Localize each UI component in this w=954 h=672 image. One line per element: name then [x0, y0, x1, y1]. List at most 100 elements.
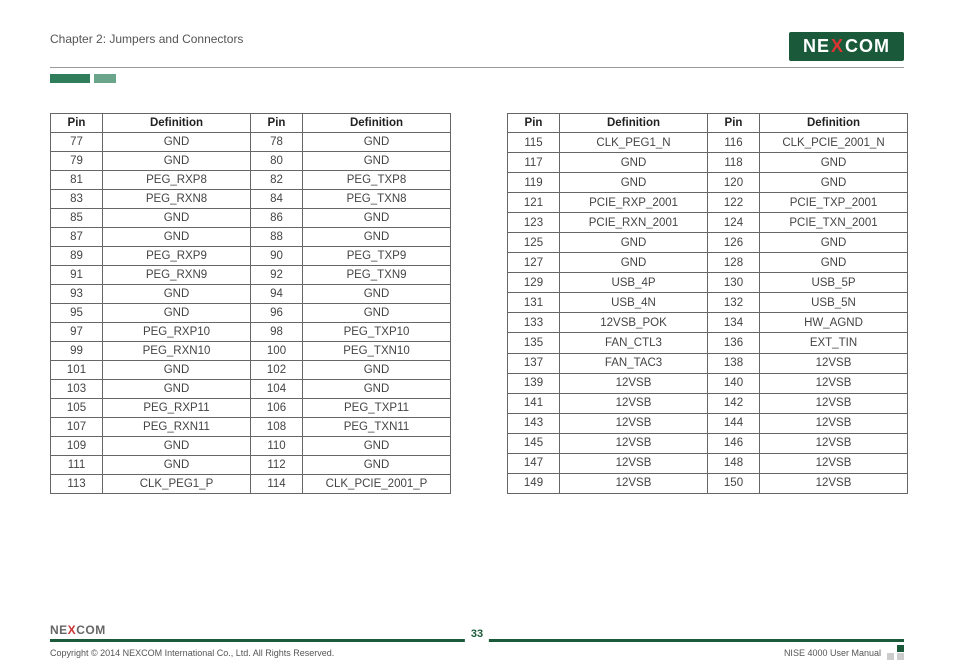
cell: 114	[251, 475, 303, 494]
table-row: 97PEG_RXP1098PEG_TXP10	[51, 323, 451, 342]
cell: 147	[508, 453, 560, 473]
table-row: 117GND118GND	[508, 153, 908, 173]
manual-name: NISE 4000 User Manual	[784, 648, 881, 658]
cell: GND	[560, 253, 708, 273]
cell: 12VSB	[560, 373, 708, 393]
cell: GND	[303, 285, 451, 304]
table-row: 13312VSB_POK134HW_AGND	[508, 313, 908, 333]
table-row: 83PEG_RXN884PEG_TXN8	[51, 190, 451, 209]
cell: PEG_RXN10	[103, 342, 251, 361]
cell: PEG_RXP9	[103, 247, 251, 266]
cell: 12VSB	[760, 353, 908, 373]
cell: 117	[508, 153, 560, 173]
cell: 143	[508, 413, 560, 433]
col-header: Pin	[51, 114, 103, 133]
table-row: 14112VSB14212VSB	[508, 393, 908, 413]
cell: GND	[303, 304, 451, 323]
cell: 111	[51, 456, 103, 475]
cell: GND	[103, 456, 251, 475]
cell: GND	[103, 304, 251, 323]
cell: GND	[103, 133, 251, 152]
cell: 140	[708, 373, 760, 393]
col-header: Definition	[560, 114, 708, 133]
cell: FAN_TAC3	[560, 353, 708, 373]
cell: 12VSB	[560, 453, 708, 473]
cell: 135	[508, 333, 560, 353]
cell: GND	[560, 173, 708, 193]
cell: PEG_TXP10	[303, 323, 451, 342]
cell: 93	[51, 285, 103, 304]
cell: PEG_TXN10	[303, 342, 451, 361]
table-row: 127GND128GND	[508, 253, 908, 273]
table-row: 131USB_4N132USB_5N	[508, 293, 908, 313]
table-row: 135FAN_CTL3136EXT_TIN	[508, 333, 908, 353]
footer-decor-icon	[885, 645, 904, 660]
cell: GND	[303, 228, 451, 247]
logo-part: NE	[50, 623, 68, 637]
pin-table-right: PinDefinitionPinDefinition 115CLK_PEG1_N…	[507, 113, 908, 494]
cell: 99	[51, 342, 103, 361]
table-row: 89PEG_RXP990PEG_TXP9	[51, 247, 451, 266]
cell: 98	[251, 323, 303, 342]
page-footer: NEXCOM Copyright © 2014 NEXCOM Internati…	[50, 623, 904, 660]
cell: PEG_TXN11	[303, 418, 451, 437]
page-number: 33	[465, 626, 489, 642]
cell: 102	[251, 361, 303, 380]
cell: 12VSB	[760, 473, 908, 493]
cell: GND	[103, 228, 251, 247]
pin-table-left: PinDefinitionPinDefinition 77GND78GND79G…	[50, 113, 451, 494]
cell: 12VSB	[760, 413, 908, 433]
cell: 91	[51, 266, 103, 285]
cell: 12VSB	[560, 433, 708, 453]
table-row: 14512VSB14612VSB	[508, 433, 908, 453]
cell: 121	[508, 193, 560, 213]
table-row: 113CLK_PEG1_P114CLK_PCIE_2001_P	[51, 475, 451, 494]
cell: CLK_PEG1_N	[560, 133, 708, 153]
cell: 116	[708, 133, 760, 153]
table-row: 93GND94GND	[51, 285, 451, 304]
cell: 128	[708, 253, 760, 273]
table-row: 121PCIE_RXP_2001122PCIE_TXP_2001	[508, 193, 908, 213]
table-row: 81PEG_RXP882PEG_TXP8	[51, 171, 451, 190]
table-row: 77GND78GND	[51, 133, 451, 152]
cell: 77	[51, 133, 103, 152]
cell: 104	[251, 380, 303, 399]
cell: GND	[303, 209, 451, 228]
logo-part-x: X	[831, 36, 844, 57]
cell: 120	[708, 173, 760, 193]
cell: 109	[51, 437, 103, 456]
cell: GND	[103, 361, 251, 380]
cell: USB_4P	[560, 273, 708, 293]
cell: 137	[508, 353, 560, 373]
cell: 90	[251, 247, 303, 266]
cell: 89	[51, 247, 103, 266]
cell: 150	[708, 473, 760, 493]
table-row: 119GND120GND	[508, 173, 908, 193]
logo-part: COM	[76, 623, 106, 637]
cell: 122	[708, 193, 760, 213]
accent-bar	[94, 74, 116, 83]
tables-container: PinDefinitionPinDefinition 77GND78GND79G…	[50, 113, 904, 494]
cell: 12VSB	[560, 473, 708, 493]
cell: GND	[303, 456, 451, 475]
accent-bar	[50, 74, 90, 83]
cell: CLK_PCIE_2001_N	[760, 133, 908, 153]
cell: 144	[708, 413, 760, 433]
cell: HW_AGND	[760, 313, 908, 333]
cell: GND	[303, 133, 451, 152]
cell: 87	[51, 228, 103, 247]
cell: GND	[760, 233, 908, 253]
cell: 85	[51, 209, 103, 228]
cell: 101	[51, 361, 103, 380]
logo-part-x: X	[68, 623, 77, 637]
table-row: 14312VSB14412VSB	[508, 413, 908, 433]
cell: 12VSB	[760, 393, 908, 413]
table-row: 87GND88GND	[51, 228, 451, 247]
cell: 83	[51, 190, 103, 209]
cell: GND	[303, 361, 451, 380]
cell: GND	[103, 285, 251, 304]
cell: 78	[251, 133, 303, 152]
cell: 84	[251, 190, 303, 209]
cell: 100	[251, 342, 303, 361]
cell: 132	[708, 293, 760, 313]
